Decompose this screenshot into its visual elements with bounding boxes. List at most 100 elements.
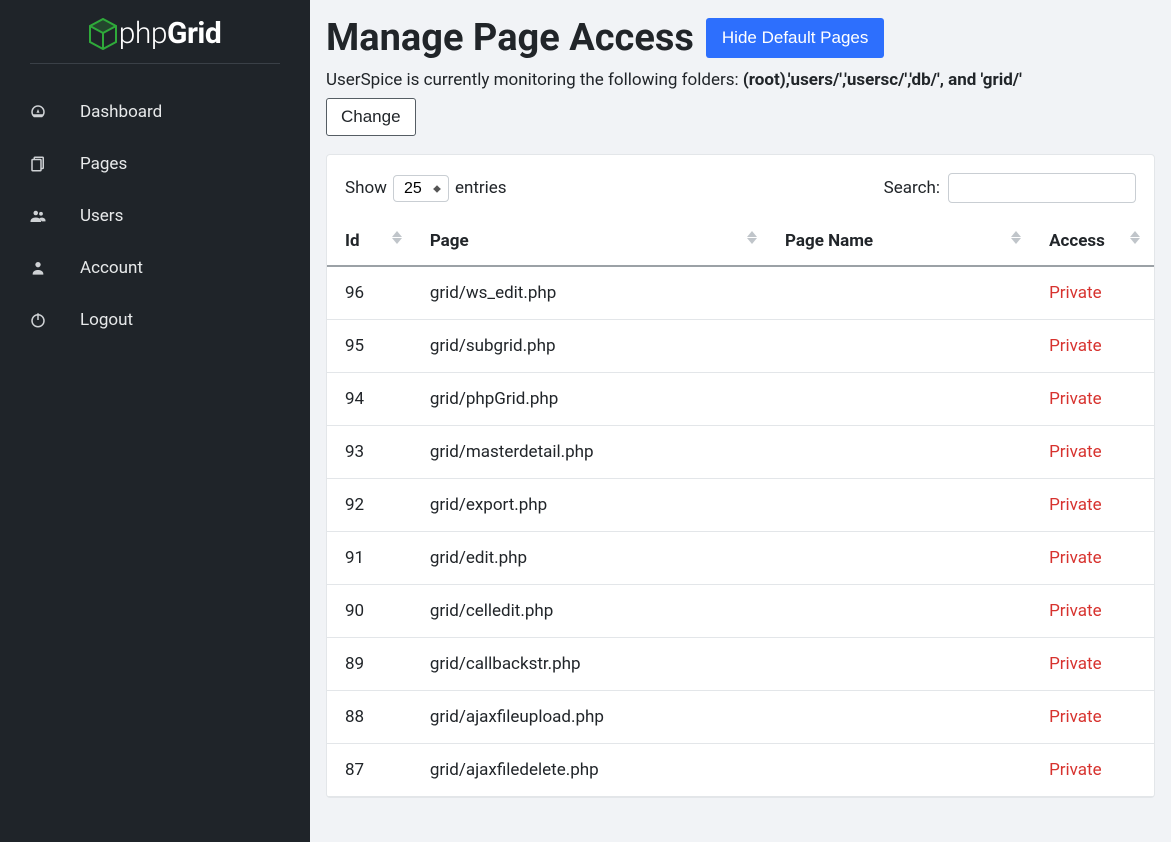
sort-icon — [1011, 231, 1021, 244]
cell-id: 90 — [327, 585, 416, 638]
table-row[interactable]: 91 grid/edit.php Private — [327, 532, 1154, 585]
access-badge: Private — [1049, 601, 1102, 621]
change-button[interactable]: Change — [326, 98, 416, 136]
users-icon — [28, 207, 48, 225]
cell-pagename — [771, 479, 1035, 532]
cell-id: 92 — [327, 479, 416, 532]
monitor-folders: (root),'users/','usersc/','db/', and 'gr… — [743, 70, 1022, 90]
search-input[interactable] — [948, 173, 1136, 203]
table-row[interactable]: 95 grid/subgrid.php Private — [327, 320, 1154, 373]
cell-id: 95 — [327, 320, 416, 373]
table-row[interactable]: 89 grid/callbackstr.php Private — [327, 638, 1154, 691]
cell-page: grid/subgrid.php — [416, 320, 771, 373]
cell-page: grid/ajaxfileupload.php — [416, 691, 771, 744]
sort-icon — [392, 231, 402, 244]
cell-pagename — [771, 373, 1035, 426]
cell-access: Private — [1035, 373, 1154, 426]
account-icon — [28, 259, 48, 277]
table-row[interactable]: 87 grid/ajaxfiledelete.php Private — [327, 744, 1154, 797]
cell-id: 88 — [327, 691, 416, 744]
table-row[interactable]: 88 grid/ajaxfileupload.php Private — [327, 691, 1154, 744]
page-title: Manage Page Access — [326, 16, 694, 60]
access-badge: Private — [1049, 654, 1102, 674]
cell-id: 87 — [327, 744, 416, 797]
access-badge: Private — [1049, 442, 1102, 462]
table-row[interactable]: 92 grid/export.php Private — [327, 479, 1154, 532]
length-control: Show 25 entries — [345, 175, 507, 202]
pages-table: Id Page Page Name — [327, 217, 1154, 797]
nav: Dashboard Pages Users Account Logout — [0, 86, 310, 346]
entries-label: entries — [455, 178, 507, 198]
cell-access: Private — [1035, 691, 1154, 744]
table-row[interactable]: 96 grid/ws_edit.php Private — [327, 266, 1154, 320]
cell-access: Private — [1035, 744, 1154, 797]
col-header-access[interactable]: Access — [1035, 217, 1154, 266]
cell-access: Private — [1035, 320, 1154, 373]
access-badge: Private — [1049, 389, 1102, 409]
col-header-page[interactable]: Page — [416, 217, 771, 266]
sidebar-item-users[interactable]: Users — [0, 190, 310, 242]
sidebar-item-label: Pages — [80, 154, 127, 174]
cell-pagename — [771, 744, 1035, 797]
sidebar: phpGrid Dashboard Pages Users Acc — [0, 0, 310, 842]
table-row[interactable]: 90 grid/celledit.php Private — [327, 585, 1154, 638]
access-badge: Private — [1049, 760, 1102, 780]
access-badge: Private — [1049, 336, 1102, 356]
cell-id: 93 — [327, 426, 416, 479]
cell-page: grid/masterdetail.php — [416, 426, 771, 479]
sidebar-item-pages[interactable]: Pages — [0, 138, 310, 190]
logo-text: phpGrid — [119, 16, 222, 51]
main: Manage Page Access Hide Default Pages Us… — [310, 0, 1171, 842]
sidebar-item-label: Account — [80, 258, 143, 278]
cell-pagename — [771, 532, 1035, 585]
data-card: Show 25 entries Search: Id — [326, 154, 1155, 798]
sidebar-item-label: Users — [80, 206, 123, 226]
hide-default-pages-button[interactable]: Hide Default Pages — [706, 18, 884, 58]
access-badge: Private — [1049, 548, 1102, 568]
cell-pagename — [771, 638, 1035, 691]
table-row[interactable]: 94 grid/phpGrid.php Private — [327, 373, 1154, 426]
cell-access: Private — [1035, 426, 1154, 479]
sidebar-item-label: Logout — [80, 310, 133, 330]
cell-id: 94 — [327, 373, 416, 426]
cell-pagename — [771, 426, 1035, 479]
monitor-prefix: UserSpice is currently monitoring the fo… — [326, 70, 743, 90]
access-badge: Private — [1049, 707, 1102, 727]
cell-page: grid/phpGrid.php — [416, 373, 771, 426]
logo: phpGrid — [0, 0, 310, 78]
search-control: Search: — [884, 173, 1136, 203]
show-label: Show — [345, 178, 387, 198]
cell-id: 91 — [327, 532, 416, 585]
page-head: Manage Page Access Hide Default Pages — [326, 16, 1155, 60]
table-header-row: Id Page Page Name — [327, 217, 1154, 266]
sidebar-item-label: Dashboard — [80, 102, 162, 122]
sidebar-item-account[interactable]: Account — [0, 242, 310, 294]
cube-icon — [89, 18, 117, 50]
cell-access: Private — [1035, 585, 1154, 638]
cell-id: 96 — [327, 266, 416, 320]
pages-icon — [28, 155, 48, 173]
cell-pagename — [771, 266, 1035, 320]
cell-pagename — [771, 320, 1035, 373]
col-header-pagename[interactable]: Page Name — [771, 217, 1035, 266]
search-label: Search: — [884, 178, 940, 198]
cell-page: grid/export.php — [416, 479, 771, 532]
sidebar-item-logout[interactable]: Logout — [0, 294, 310, 346]
entries-select[interactable]: 25 — [393, 175, 449, 202]
cell-access: Private — [1035, 532, 1154, 585]
cell-access: Private — [1035, 266, 1154, 320]
cell-pagename — [771, 585, 1035, 638]
cell-access: Private — [1035, 638, 1154, 691]
col-header-id[interactable]: Id — [327, 217, 416, 266]
sidebar-item-dashboard[interactable]: Dashboard — [0, 86, 310, 138]
access-badge: Private — [1049, 495, 1102, 515]
monitor-text: UserSpice is currently monitoring the fo… — [326, 70, 1155, 90]
table-row[interactable]: 93 grid/masterdetail.php Private — [327, 426, 1154, 479]
cell-page: grid/ajaxfiledelete.php — [416, 744, 771, 797]
dashboard-icon — [28, 103, 48, 121]
access-badge: Private — [1049, 283, 1102, 303]
cell-access: Private — [1035, 479, 1154, 532]
cell-page: grid/edit.php — [416, 532, 771, 585]
cell-page: grid/celledit.php — [416, 585, 771, 638]
sort-icon — [1130, 231, 1140, 244]
